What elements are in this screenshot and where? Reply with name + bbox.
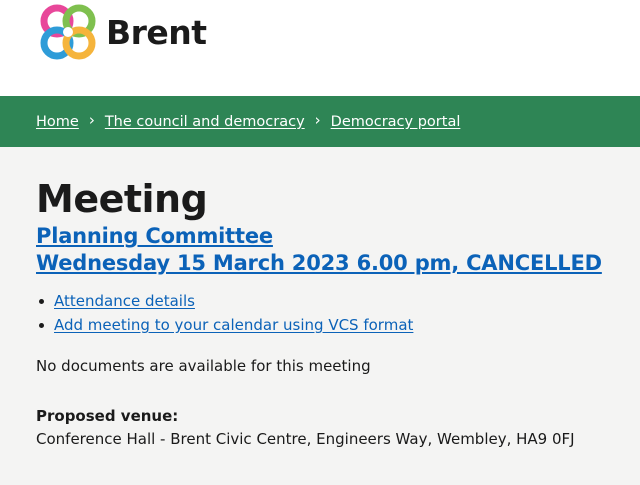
add-to-calendar-link[interactable]: Add meeting to your calendar using VCS f… — [54, 316, 413, 334]
breadcrumb-council-democracy-link[interactable]: The council and democracy — [105, 114, 305, 130]
bullet-icon — [39, 299, 44, 304]
page-title: Meeting — [36, 177, 208, 221]
brent-logo-link[interactable]: Brent — [38, 2, 207, 62]
list-item: Attendance details — [36, 289, 640, 313]
breadcrumb: Home › The council and democracy › Democ… — [0, 96, 640, 147]
committee-link[interactable]: Planning Committee — [36, 223, 640, 250]
logo-wordmark: Brent — [106, 12, 207, 52]
site-header: Brent — [0, 0, 640, 96]
list-item: Add meeting to your calendar using VCS f… — [36, 313, 640, 337]
main-content: Meeting Planning Committee Wednesday 15 … — [0, 147, 640, 485]
chevron-right-icon: › — [88, 110, 95, 129]
venue-label: Proposed venue: — [36, 407, 179, 425]
venue-address: Conference Hall - Brent Civic Centre, En… — [36, 430, 575, 448]
no-documents-message: No documents are available for this meet… — [36, 357, 371, 375]
meeting-date-link[interactable]: Wednesday 15 March 2023 6.00 pm, CANCELL… — [36, 250, 640, 277]
brent-knot-logo-icon — [40, 4, 96, 60]
bullet-icon — [39, 323, 44, 328]
meeting-links-list: Attendance details Add meeting to your c… — [36, 289, 640, 337]
meeting-heading: Planning Committee Wednesday 15 March 20… — [36, 223, 640, 277]
breadcrumb-democracy-portal-link[interactable]: Democracy portal — [331, 114, 461, 130]
breadcrumb-home-link[interactable]: Home — [36, 114, 79, 130]
chevron-right-icon: › — [314, 110, 321, 129]
attendance-details-link[interactable]: Attendance details — [54, 292, 195, 310]
